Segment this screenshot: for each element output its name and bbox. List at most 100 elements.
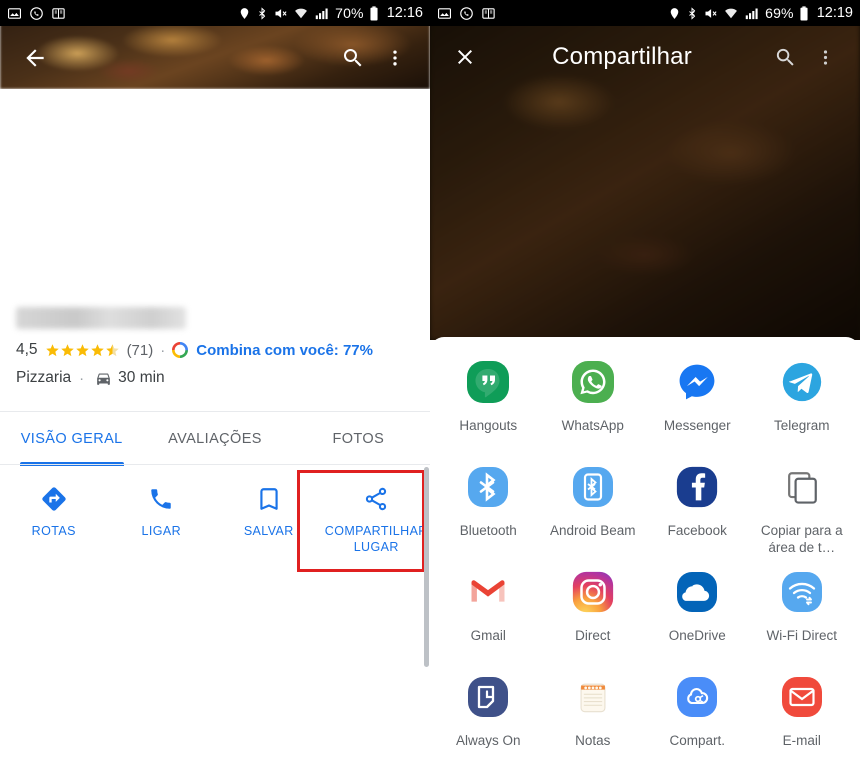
share-app-sheet: Hangouts WhatsApp Messenger Telegram Blu… (430, 337, 860, 761)
image-icon (7, 6, 22, 21)
action-ligar[interactable]: LIGAR (108, 470, 216, 539)
place-toolbar (0, 26, 430, 89)
share-target-telegram[interactable]: Telegram (750, 351, 855, 456)
place-details-body: 4,5 (71) · Combina com você: 77% Pizzari… (0, 89, 430, 761)
share-target-label: Always On (455, 733, 521, 748)
whatsapp-icon (568, 357, 618, 407)
separator-dot: · (160, 341, 166, 359)
share-target-android-beam[interactable]: Android Beam (541, 456, 646, 561)
action-label: ROTAS (31, 524, 76, 538)
action-compartilhar-lugar[interactable]: COMPARTILHAR LUGAR (323, 470, 431, 555)
share-target-onedrive[interactable]: OneDrive (645, 561, 750, 666)
mute-icon (703, 6, 718, 21)
clock-left: 12:16 (386, 5, 423, 21)
share-target-label: WhatsApp (561, 418, 624, 433)
vertical-scrollbar[interactable] (424, 467, 429, 667)
share-target-wifi-direct[interactable]: Wi-Fi Direct (750, 561, 855, 666)
back-arrow-icon[interactable] (18, 41, 52, 75)
always-on-display-icon (463, 672, 513, 722)
share-target-label: Copiar para a área de t… (760, 523, 843, 555)
share-target-facebook[interactable]: Facebook (645, 456, 750, 561)
whatsapp-icon (29, 6, 44, 21)
search-icon[interactable] (336, 41, 370, 75)
share-title: Compartilhar (552, 43, 692, 70)
place-tabs: VISÃO GERAL AVALIAÇÕES FOTOS (0, 412, 430, 466)
share-target-whatsapp[interactable]: WhatsApp (541, 351, 646, 456)
share-target-compart[interactable]: Compart. (645, 666, 750, 761)
action-salvar[interactable]: SALVAR (215, 470, 323, 539)
battery-icon (369, 5, 379, 21)
more-options-icon[interactable] (808, 40, 842, 74)
share-target-label: Compart. (669, 733, 726, 748)
share-target-label: Gmail (470, 628, 506, 643)
share-target-always-on[interactable]: Always On (436, 666, 541, 761)
share-target-instagram-direct[interactable]: Direct (541, 561, 646, 666)
tab-avaliacoes[interactable]: AVALIAÇÕES (143, 412, 286, 466)
review-count: (71) (126, 341, 154, 359)
share-target-hangouts[interactable]: Hangouts (436, 351, 541, 456)
battery-icon (799, 5, 809, 21)
action-rotas[interactable]: ROTAS (0, 470, 108, 539)
wifi-icon (723, 6, 739, 21)
place-category: Pizzaria (16, 369, 72, 386)
telegram-icon (777, 357, 827, 407)
signal-icon (314, 6, 330, 21)
share-target-label: Bluetooth (459, 523, 517, 538)
battery-percent-left: 70% (335, 5, 364, 21)
share-target-label: Notas (575, 733, 611, 748)
action-label: SALVAR (243, 524, 294, 538)
tabs-divider (0, 464, 430, 465)
status-bar-left: 70% 12:16 (0, 0, 430, 26)
email-icon (777, 672, 827, 722)
bluetooth-icon (463, 462, 513, 512)
google-match-icon (172, 342, 189, 358)
wifi-icon (293, 6, 309, 21)
android-beam-icon (568, 462, 618, 512)
share-target-messenger[interactable]: Messenger (645, 351, 750, 456)
screenshot-root: 4,5 (71) · Combina com você: 77% Pizzari… (0, 0, 860, 761)
book-icon (51, 6, 66, 21)
notes-icon (568, 672, 618, 722)
drive-time: 30 min (118, 369, 165, 386)
tab-visao-geral[interactable]: VISÃO GERAL (0, 412, 143, 466)
share-target-copy-clipboard[interactable]: Copiar para a área de t… (750, 456, 855, 561)
share-icon (363, 484, 389, 514)
category-separator: · (79, 369, 85, 387)
match-percentage-link[interactable]: Combina com você: 77% (196, 342, 373, 359)
tab-fotos[interactable]: FOTOS (287, 412, 430, 466)
phone-icon (148, 484, 174, 514)
signal-icon (744, 6, 760, 21)
battery-percent-right: 69% (765, 5, 794, 21)
bookmark-icon (256, 484, 282, 514)
share-target-bluetooth[interactable]: Bluetooth (436, 456, 541, 561)
share-target-label: Messenger (663, 418, 731, 433)
more-options-icon[interactable] (378, 41, 412, 75)
gmail-icon (463, 567, 513, 617)
share-target-label: Telegram (773, 418, 830, 433)
image-icon (437, 6, 452, 21)
share-app-grid: Hangouts WhatsApp Messenger Telegram Blu… (430, 337, 860, 761)
star-rating (45, 343, 120, 358)
hangouts-icon (463, 357, 513, 407)
tab-label: VISÃO GERAL (20, 431, 123, 447)
directions-icon (40, 484, 68, 514)
status-bar-right: 69% 12:19 (430, 0, 860, 26)
share-target-email[interactable]: E-mail (750, 666, 855, 761)
search-icon[interactable] (768, 40, 802, 74)
share-target-notas[interactable]: Notas (541, 666, 646, 761)
messenger-icon (672, 357, 722, 407)
instagram-direct-icon (568, 567, 618, 617)
share-target-label: Wi-Fi Direct (766, 628, 838, 643)
facebook-icon (672, 462, 722, 512)
share-target-label: Facebook (667, 523, 727, 538)
share-target-gmail[interactable]: Gmail (436, 561, 541, 666)
tab-label: FOTOS (332, 431, 385, 447)
samsung-share-icon (672, 672, 722, 722)
place-summary: 4,5 (71) · Combina com você: 77% Pizzari… (0, 307, 430, 387)
place-rating-row: 4,5 (71) · Combina com você: 77% (16, 341, 414, 359)
bluetooth-icon (686, 6, 698, 21)
share-toolbar: Compartilhar (430, 26, 860, 88)
share-target-label: OneDrive (668, 628, 726, 643)
whatsapp-icon (459, 6, 474, 21)
clock-right: 12:19 (816, 5, 853, 21)
